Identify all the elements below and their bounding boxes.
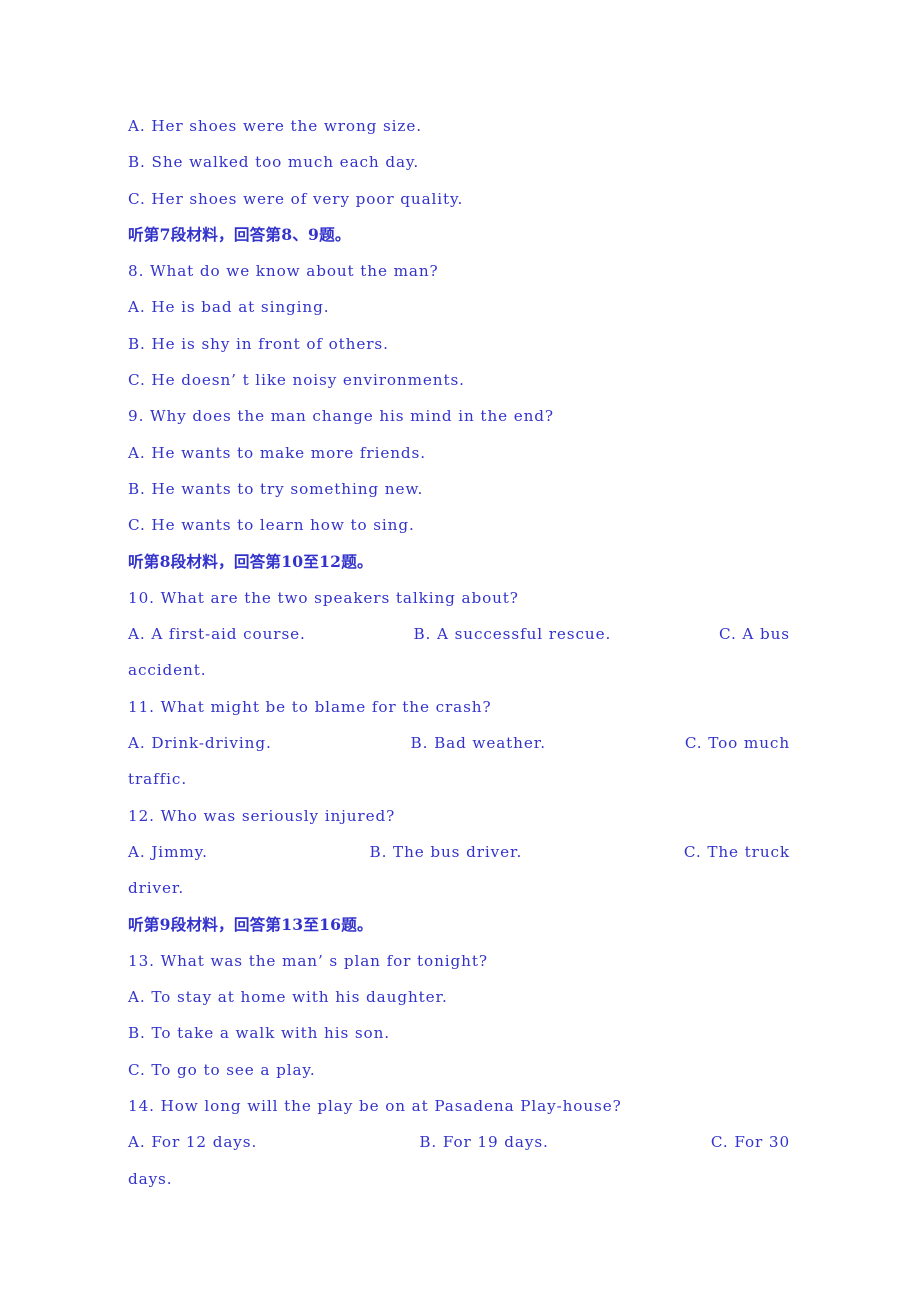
option-row-10: A. A first-aid course. B. A successful r… xyxy=(128,616,790,652)
section-heading-9: 听第9段材料，回答第13至16题。 xyxy=(128,914,373,934)
option-line: B. She walked too much each day. xyxy=(128,153,420,172)
question-stem-13: 13. What was the man’ s plan for tonight… xyxy=(128,951,488,970)
option-a: A. Drink-driving. xyxy=(128,734,272,753)
section-heading-7: 听第7段材料，回答第8、9题。 xyxy=(128,224,351,244)
option-line: B. To take a walk with his son. xyxy=(128,1024,391,1043)
question-stem-14: 14. How long will the play be on at Pasa… xyxy=(128,1097,622,1116)
option-row-14: A. For 12 days. B. For 19 days. C. For 3… xyxy=(128,1124,790,1160)
option-row-10-tail: accident. xyxy=(128,661,207,680)
option-b: B. A successful rescue. xyxy=(413,625,612,644)
question-content-column: A. Her shoes were the wrong size. B. She… xyxy=(128,108,790,1197)
option-b: B. The bus driver. xyxy=(369,842,523,861)
option-line: C. To go to see a play. xyxy=(128,1060,316,1079)
option-row-12: A. Jimmy. B. The bus driver. C. The truc… xyxy=(128,834,790,870)
question-stem-11: 11. What might be to blame for the crash… xyxy=(128,697,492,716)
option-c: C. Too much xyxy=(684,734,790,753)
question-stem-12: 12. Who was seriously injured? xyxy=(128,806,396,825)
option-line: A. To stay at home with his daughter. xyxy=(128,988,448,1007)
option-row-12-tail: driver. xyxy=(128,879,185,898)
option-line: A. He is bad at singing. xyxy=(128,298,330,317)
option-row-11: A. Drink-driving. B. Bad weather. C. Too… xyxy=(128,725,790,761)
option-line: B. He wants to try something new. xyxy=(128,479,424,498)
option-line: A. Her shoes were the wrong size. xyxy=(128,117,422,135)
question-stem-9: 9. Why does the man change his mind in t… xyxy=(128,407,554,426)
option-row-14-tail: days. xyxy=(128,1169,173,1188)
option-line: B. He is shy in front of others. xyxy=(128,334,389,353)
section-heading-8: 听第8段材料，回答第10至12题。 xyxy=(128,551,373,571)
option-a: A. A first-aid course. xyxy=(128,625,306,644)
option-row-11-tail: traffic. xyxy=(128,770,188,789)
option-b: B. Bad weather. xyxy=(410,734,546,753)
question-stem-8: 8. What do we know about the man? xyxy=(128,262,439,281)
option-line: C. He wants to learn how to sing. xyxy=(128,516,415,535)
option-a: A. For 12 days. xyxy=(128,1133,258,1152)
question-stem-10: 10. What are the two speakers talking ab… xyxy=(128,588,519,607)
option-c: C. For 30 xyxy=(710,1133,791,1152)
exam-page: A. Her shoes were the wrong size. B. She… xyxy=(0,0,920,1302)
option-c: C. A bus xyxy=(718,625,790,644)
option-line: C. Her shoes were of very poor quality. xyxy=(128,189,464,208)
option-a: A. Jimmy. xyxy=(128,842,208,861)
option-line: A. He wants to make more friends. xyxy=(128,443,426,462)
option-b: B. For 19 days. xyxy=(419,1133,549,1152)
option-line: C. He doesn’ t like noisy environments. xyxy=(128,371,465,390)
option-c: C. The truck xyxy=(683,842,791,861)
